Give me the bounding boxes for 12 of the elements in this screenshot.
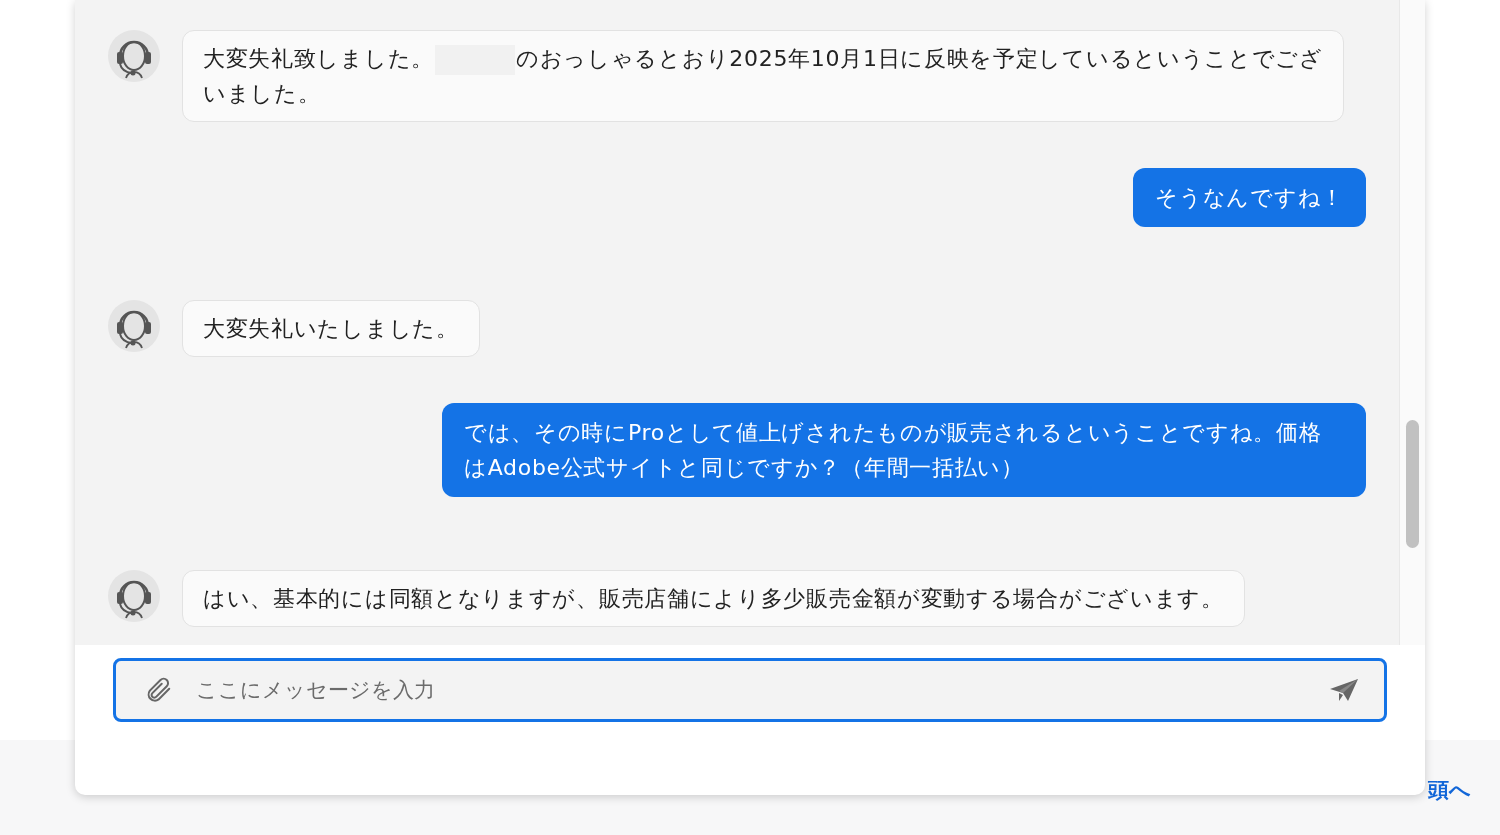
page-top-link[interactable]: 頭へ	[1428, 776, 1471, 804]
scrollbar-thumb[interactable]	[1406, 420, 1419, 548]
message-text: そうなんですね！	[1155, 184, 1344, 212]
message-text: 大変失礼いたしました。	[203, 315, 459, 343]
headset-avatar	[108, 570, 160, 622]
send-icon[interactable]	[1329, 677, 1359, 703]
message-text: では、その時にProとして値上げされたものが販売されるということですね。価格はAdobe公式サイトと同じですか？（年間一括払い）	[464, 419, 1323, 482]
headset-avatar	[108, 30, 160, 82]
message-text: 大変失礼致しました。 のおっしゃるとおり2025年10月1日に反映を予定しているということでございました。	[203, 44, 1323, 108]
message-input-field[interactable]: ここにメッセージを入力	[113, 658, 1387, 722]
message-text: はい、基本的には同額となりますが、販売店舗により多少販売金額が変動する場合がございます。	[203, 585, 1224, 613]
headset-avatar	[108, 300, 160, 352]
